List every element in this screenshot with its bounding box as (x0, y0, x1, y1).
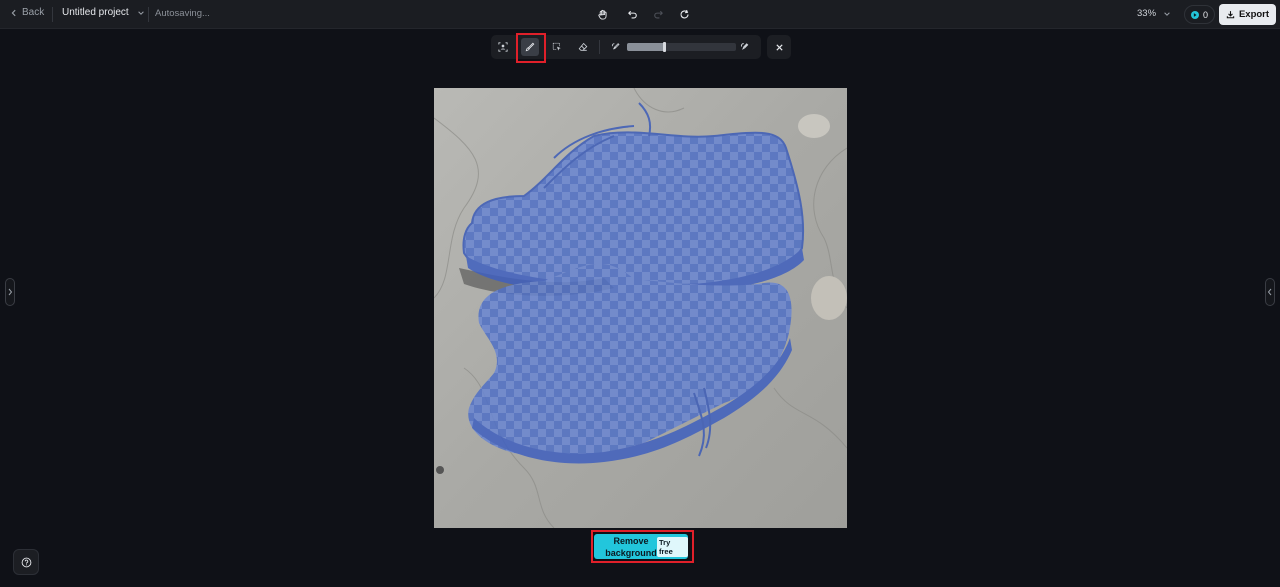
redo-icon (653, 10, 663, 18)
refresh-button[interactable] (675, 5, 693, 23)
brush-size-small[interactable] (607, 38, 625, 56)
chevron-down-icon (137, 10, 144, 15)
left-panel-toggle[interactable] (5, 278, 15, 306)
divider (52, 7, 53, 22)
image-canvas[interactable] (434, 88, 847, 528)
right-panel-toggle[interactable] (1265, 278, 1275, 306)
area-select-icon (552, 42, 561, 51)
export-button[interactable]: Export (1219, 4, 1276, 25)
credits-count: 0 (1202, 9, 1208, 20)
person-select-icon (498, 42, 508, 52)
credits-badge[interactable]: 0 (1184, 5, 1215, 24)
close-mask-button[interactable] (767, 35, 791, 59)
brush-tool-button[interactable] (521, 38, 539, 56)
brush-size-large[interactable] (736, 38, 754, 56)
zoom-dropdown[interactable]: 33% (1137, 8, 1171, 19)
top-bar: Back Untitled project Autosaving... 33% … (0, 0, 1280, 29)
mask-toolbar (491, 35, 761, 59)
sneakers-image (434, 88, 847, 528)
hand-tool-button[interactable] (593, 5, 611, 23)
export-label: Export (1238, 9, 1270, 20)
hand-icon (597, 9, 607, 20)
divider (148, 7, 149, 22)
brush-large-icon (740, 43, 749, 50)
subject-select-button[interactable] (494, 38, 512, 56)
eraser-icon (578, 42, 588, 51)
chevron-left-icon (1267, 288, 1272, 296)
brush-icon (525, 42, 535, 52)
chevron-down-icon (1164, 11, 1170, 16)
divider (599, 40, 600, 54)
help-icon (21, 557, 31, 567)
lasso-tool-button[interactable] (548, 38, 566, 56)
back-label: Back (22, 7, 45, 18)
brush-size-fill (627, 43, 664, 51)
project-title: Untitled project (62, 7, 129, 18)
remove-background-button[interactable]: Remove background Try free (594, 534, 688, 559)
zoom-level: 33% (1137, 8, 1157, 19)
chevron-left-icon (11, 9, 16, 16)
project-title-menu[interactable]: Untitled project (62, 7, 145, 18)
back-button[interactable]: Back (10, 7, 44, 18)
redo-button[interactable] (649, 5, 667, 23)
undo-button[interactable] (623, 5, 641, 23)
close-icon (775, 43, 783, 51)
brush-size-slider[interactable] (627, 42, 736, 52)
refresh-icon (680, 9, 689, 18)
history-tools (593, 5, 693, 23)
help-button[interactable] (13, 549, 39, 575)
undo-icon (627, 10, 637, 18)
autosave-status: Autosaving... (155, 8, 210, 19)
brush-small-icon (611, 43, 620, 50)
try-free-badge: Try free (657, 537, 688, 557)
chevron-right-icon (8, 288, 13, 296)
eraser-tool-button[interactable] (574, 38, 592, 56)
brush-size-handle[interactable] (663, 42, 666, 52)
credit-icon (1190, 10, 1199, 19)
download-icon (1226, 11, 1235, 19)
remove-background-label: Remove background (605, 536, 657, 558)
